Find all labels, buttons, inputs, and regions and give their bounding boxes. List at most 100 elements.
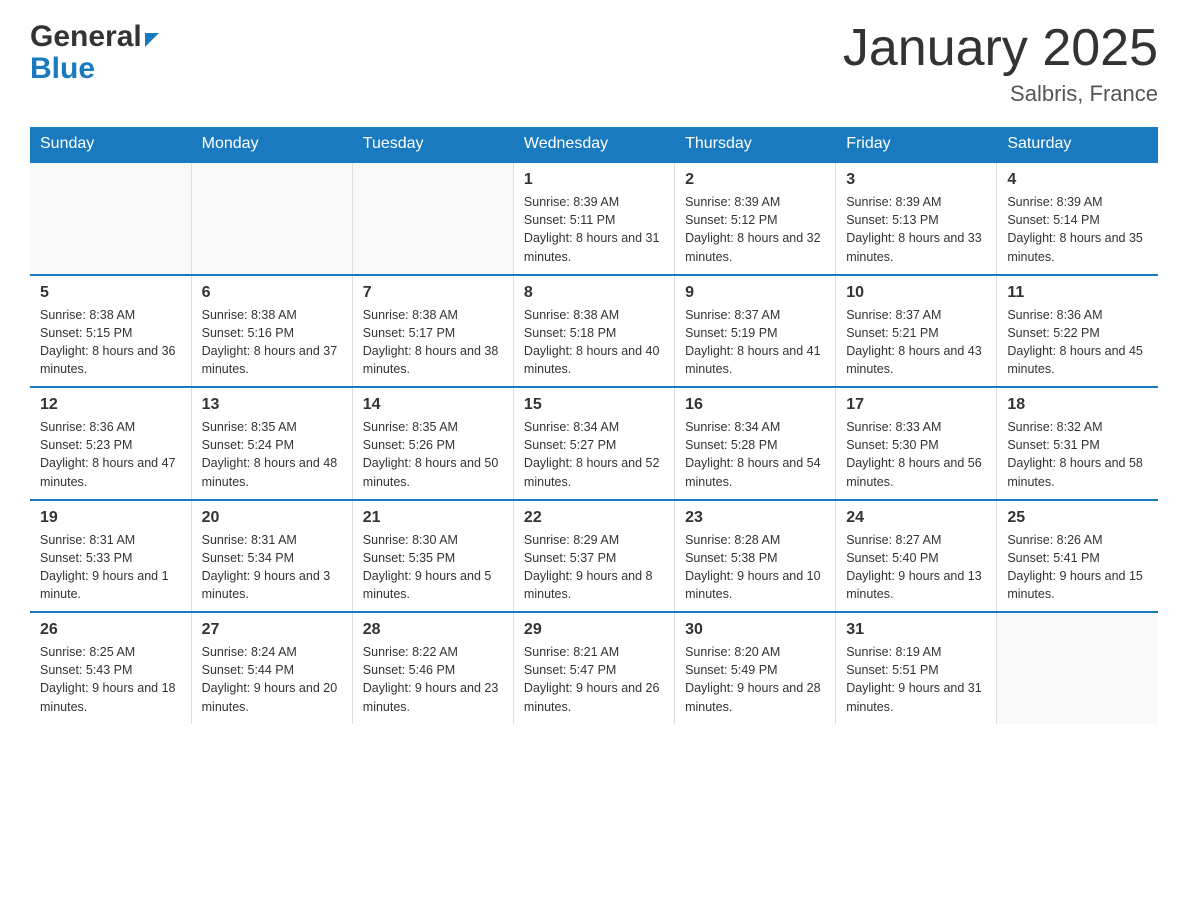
day-info: Sunrise: 8:35 AM Sunset: 5:26 PM Dayligh… (363, 418, 503, 491)
day-info: Sunrise: 8:21 AM Sunset: 5:47 PM Dayligh… (524, 643, 664, 716)
table-row: 31 Sunrise: 8:19 AM Sunset: 5:51 PM Dayli… (836, 612, 997, 724)
day-info: Sunrise: 8:38 AM Sunset: 5:17 PM Dayligh… (363, 306, 503, 379)
header-thursday: Thursday (675, 127, 836, 162)
table-row: 29 Sunrise: 8:21 AM Sunset: 5:47 PM Dayli… (513, 612, 674, 724)
table-row: 26 Sunrise: 8:25 AM Sunset: 5:43 PM Dayli… (30, 612, 191, 724)
table-row: 10 Sunrise: 8:37 AM Sunset: 5:21 PM Dayli… (836, 275, 997, 388)
table-row: 19Sunrise: 8:31 AM Sunset: 5:33 PM Dayli… (30, 500, 191, 613)
day-number: 12 (40, 396, 181, 414)
calendar-table: Sunday Monday Tuesday Wednesday Thursday… (30, 127, 1158, 724)
day-number: 28 (363, 621, 503, 639)
table-row: 14 Sunrise: 8:35 AM Sunset: 5:26 PM Dayli… (352, 387, 513, 500)
table-row: 16 Sunrise: 8:34 AM Sunset: 5:28 PM Dayli… (675, 387, 836, 500)
table-row: 3 Sunrise: 8:39 AM Sunset: 5:13 PM Daylig… (836, 162, 997, 275)
day-info: Sunrise: 8:37 AM Sunset: 5:19 PM Dayligh… (685, 306, 825, 379)
calendar-header-row: Sunday Monday Tuesday Wednesday Thursday… (30, 127, 1158, 162)
day-info: Sunrise: 8:39 AM Sunset: 5:14 PM Dayligh… (1007, 193, 1148, 266)
calendar-week-row: 12 Sunrise: 8:36 AM Sunset: 5:23 PM Dayli… (30, 387, 1158, 500)
calendar-title: January 2025 (843, 20, 1158, 77)
table-row: 5 Sunrise: 8:38 AM Sunset: 5:15 PM Daylig… (30, 275, 191, 388)
day-number: 31 (846, 621, 986, 639)
day-number: 17 (846, 396, 986, 414)
day-info: Sunrise: 8:24 AM Sunset: 5:44 PM Dayligh… (202, 643, 342, 716)
day-number: 3 (846, 171, 986, 189)
day-info: Sunrise: 8:32 AM Sunset: 5:31 PM Dayligh… (1007, 418, 1148, 491)
day-info: Sunrise: 8:35 AM Sunset: 5:24 PM Dayligh… (202, 418, 342, 491)
day-info: Sunrise: 8:37 AM Sunset: 5:21 PM Dayligh… (846, 306, 986, 379)
day-number: 25 (1007, 509, 1148, 527)
day-number: 10 (846, 284, 986, 302)
calendar-week-row: 19Sunrise: 8:31 AM Sunset: 5:33 PM Dayli… (30, 500, 1158, 613)
header-friday: Friday (836, 127, 997, 162)
day-info: Sunrise: 8:36 AM Sunset: 5:22 PM Dayligh… (1007, 306, 1148, 379)
table-row: 6 Sunrise: 8:38 AM Sunset: 5:16 PM Daylig… (191, 275, 352, 388)
table-row: 11 Sunrise: 8:36 AM Sunset: 5:22 PM Dayli… (997, 275, 1158, 388)
calendar-week-row: 26 Sunrise: 8:25 AM Sunset: 5:43 PM Dayli… (30, 612, 1158, 724)
header-wednesday: Wednesday (513, 127, 674, 162)
day-number: 26 (40, 621, 181, 639)
day-number: 5 (40, 284, 181, 302)
day-info: Sunrise: 8:30 AM Sunset: 5:35 PM Dayligh… (363, 531, 503, 604)
day-info: Sunrise: 8:34 AM Sunset: 5:27 PM Dayligh… (524, 418, 664, 491)
day-number: 15 (524, 396, 664, 414)
day-number: 30 (685, 621, 825, 639)
day-info: Sunrise: 8:20 AM Sunset: 5:49 PM Dayligh… (685, 643, 825, 716)
day-number: 16 (685, 396, 825, 414)
day-number: 20 (202, 509, 342, 527)
table-row: 18 Sunrise: 8:32 AM Sunset: 5:31 PM Dayli… (997, 387, 1158, 500)
page-header: General Blue January 2025 Salbris, Franc… (30, 20, 1158, 107)
day-info: Sunrise: 8:22 AM Sunset: 5:46 PM Dayligh… (363, 643, 503, 716)
day-info: Sunrise: 8:29 AM Sunset: 5:37 PM Dayligh… (524, 531, 664, 604)
day-info: Sunrise: 8:36 AM Sunset: 5:23 PM Dayligh… (40, 418, 181, 491)
table-row: 27 Sunrise: 8:24 AM Sunset: 5:44 PM Dayli… (191, 612, 352, 724)
day-number: 6 (202, 284, 342, 302)
day-info: Sunrise: 8:38 AM Sunset: 5:16 PM Dayligh… (202, 306, 342, 379)
table-row: 21 Sunrise: 8:30 AM Sunset: 5:35 PM Dayli… (352, 500, 513, 613)
table-row (191, 162, 352, 275)
day-info: Sunrise: 8:39 AM Sunset: 5:11 PM Dayligh… (524, 193, 664, 266)
table-row (997, 612, 1158, 724)
day-number: 18 (1007, 396, 1148, 414)
table-row: 4Sunrise: 8:39 AM Sunset: 5:14 PM Daylig… (997, 162, 1158, 275)
calendar-week-row: 1Sunrise: 8:39 AM Sunset: 5:11 PM Daylig… (30, 162, 1158, 275)
day-info: Sunrise: 8:25 AM Sunset: 5:43 PM Dayligh… (40, 643, 181, 716)
day-number: 29 (524, 621, 664, 639)
table-row: 2Sunrise: 8:39 AM Sunset: 5:12 PM Daylig… (675, 162, 836, 275)
day-info: Sunrise: 8:38 AM Sunset: 5:18 PM Dayligh… (524, 306, 664, 379)
day-number: 19 (40, 509, 181, 527)
calendar-title-block: January 2025 Salbris, France (843, 20, 1158, 107)
day-number: 13 (202, 396, 342, 414)
logo-arrow-icon (145, 33, 159, 47)
header-saturday: Saturday (997, 127, 1158, 162)
day-info: Sunrise: 8:26 AM Sunset: 5:41 PM Dayligh… (1007, 531, 1148, 604)
day-number: 8 (524, 284, 664, 302)
calendar-week-row: 5 Sunrise: 8:38 AM Sunset: 5:15 PM Daylig… (30, 275, 1158, 388)
table-row: 28 Sunrise: 8:22 AM Sunset: 5:46 PM Dayli… (352, 612, 513, 724)
day-info: Sunrise: 8:19 AM Sunset: 5:51 PM Dayligh… (846, 643, 986, 716)
day-number: 7 (363, 284, 503, 302)
table-row: 1Sunrise: 8:39 AM Sunset: 5:11 PM Daylig… (513, 162, 674, 275)
table-row: 20 Sunrise: 8:31 AM Sunset: 5:34 PM Dayli… (191, 500, 352, 613)
day-number: 9 (685, 284, 825, 302)
day-number: 14 (363, 396, 503, 414)
table-row (352, 162, 513, 275)
day-number: 27 (202, 621, 342, 639)
day-number: 24 (846, 509, 986, 527)
logo-text-general: General (30, 20, 142, 54)
table-row: 9 Sunrise: 8:37 AM Sunset: 5:19 PM Daylig… (675, 275, 836, 388)
day-info: Sunrise: 8:39 AM Sunset: 5:13 PM Dayligh… (846, 193, 986, 266)
day-info: Sunrise: 8:39 AM Sunset: 5:12 PM Dayligh… (685, 193, 825, 266)
table-row: 12 Sunrise: 8:36 AM Sunset: 5:23 PM Dayli… (30, 387, 191, 500)
table-row: 22Sunrise: 8:29 AM Sunset: 5:37 PM Dayli… (513, 500, 674, 613)
calendar-subtitle: Salbris, France (843, 81, 1158, 107)
header-sunday: Sunday (30, 127, 191, 162)
table-row: 13 Sunrise: 8:35 AM Sunset: 5:24 PM Dayli… (191, 387, 352, 500)
table-row: 15 Sunrise: 8:34 AM Sunset: 5:27 PM Dayli… (513, 387, 674, 500)
day-number: 21 (363, 509, 503, 527)
header-monday: Monday (191, 127, 352, 162)
day-info: Sunrise: 8:34 AM Sunset: 5:28 PM Dayligh… (685, 418, 825, 491)
day-info: Sunrise: 8:38 AM Sunset: 5:15 PM Dayligh… (40, 306, 181, 379)
day-number: 11 (1007, 284, 1148, 302)
day-info: Sunrise: 8:31 AM Sunset: 5:34 PM Dayligh… (202, 531, 342, 604)
table-row: 17Sunrise: 8:33 AM Sunset: 5:30 PM Dayli… (836, 387, 997, 500)
